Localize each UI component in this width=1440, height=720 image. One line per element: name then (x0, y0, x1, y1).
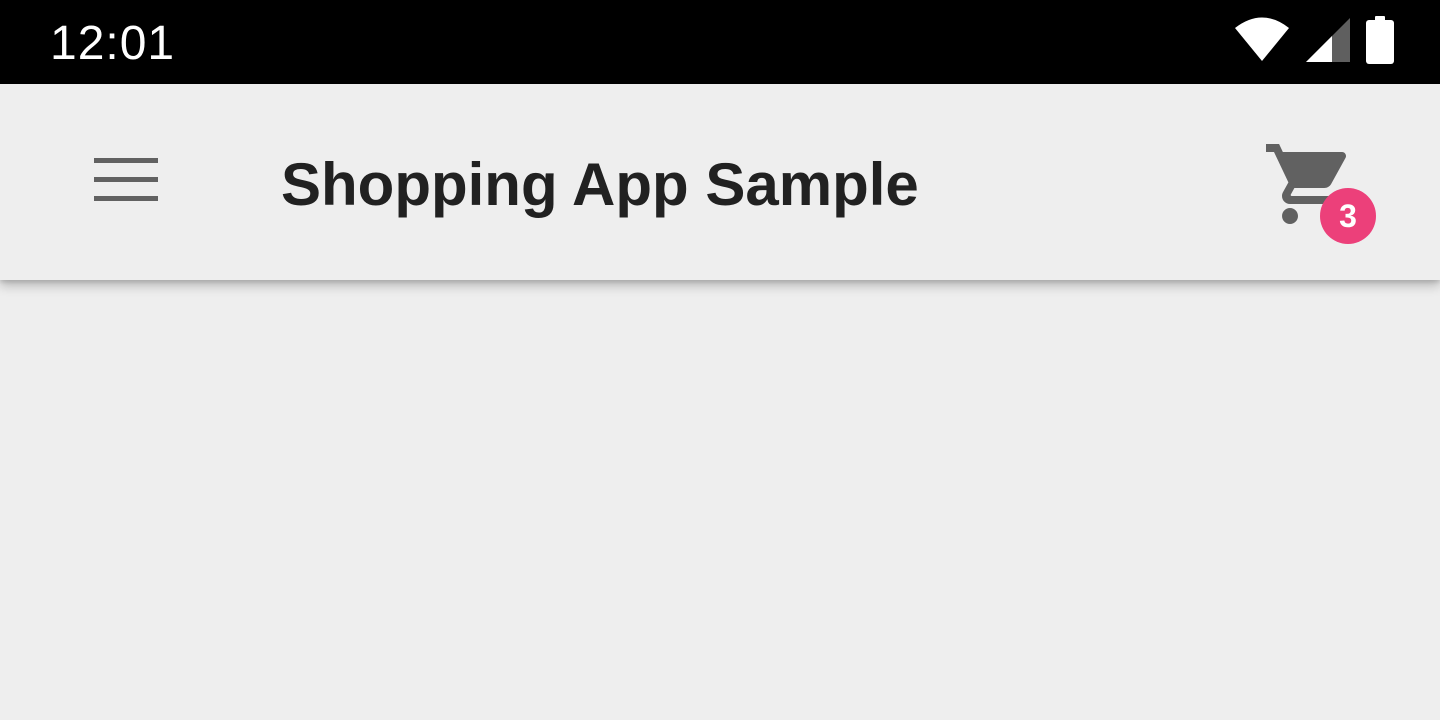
status-bar: 12:01 (0, 0, 1440, 84)
cellular-signal-icon (1306, 17, 1350, 67)
wifi-icon (1234, 17, 1290, 68)
hamburger-menu-icon (94, 157, 158, 207)
app-screen: 12:01 Shopping App Sample 3 (0, 0, 1440, 720)
battery-icon (1366, 15, 1394, 69)
status-icons (1234, 15, 1394, 69)
main-content-area (0, 280, 1440, 720)
app-title: Shopping App Sample (281, 151, 919, 218)
menu-button[interactable] (78, 134, 174, 230)
app-bar: Shopping App Sample 3 (0, 84, 1440, 280)
cart-count-badge: 3 (1320, 188, 1376, 244)
status-time: 12:01 (50, 17, 176, 70)
cart-button[interactable]: 3 (1262, 136, 1382, 244)
